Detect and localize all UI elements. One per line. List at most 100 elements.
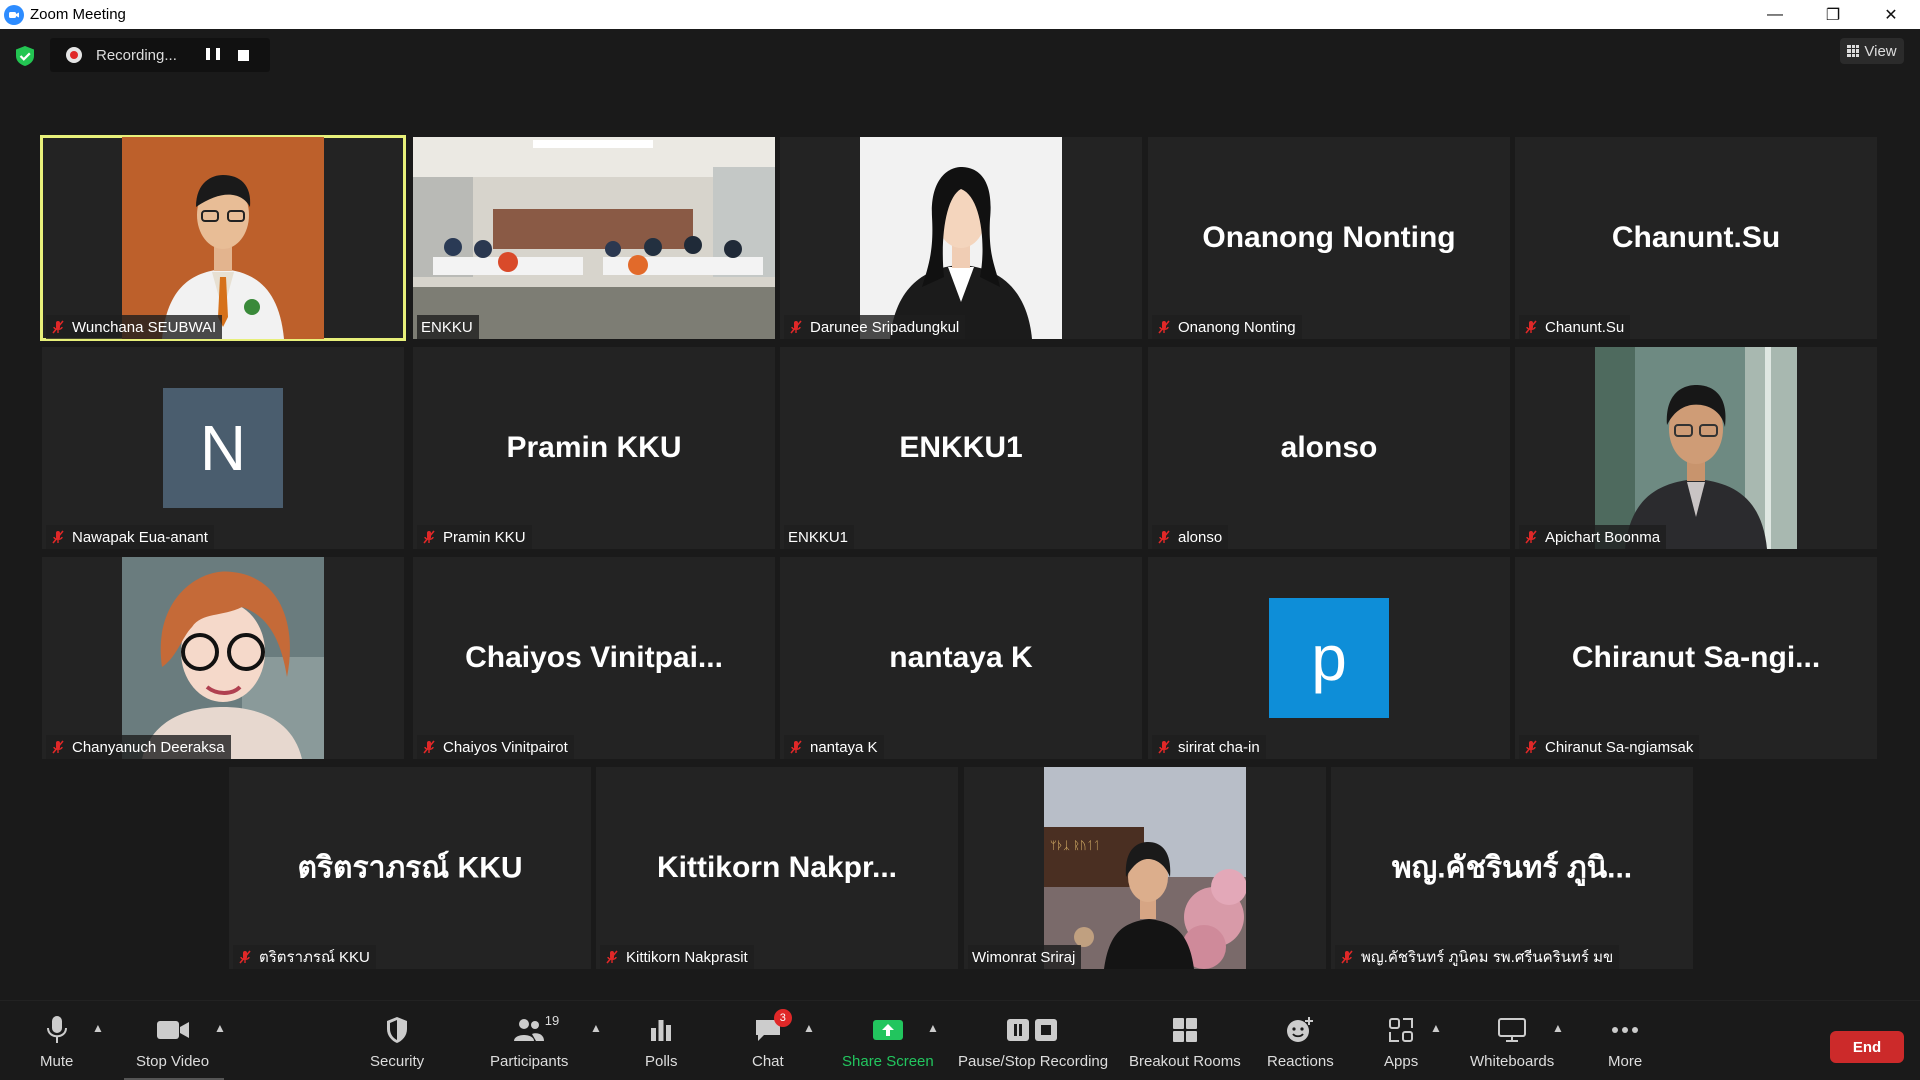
participant-name: Chanunt.Su — [1545, 318, 1625, 336]
muted-mic-icon — [423, 740, 435, 754]
participant-nameplate: Onanong Nonting — [1152, 315, 1302, 339]
participant-name: nantaya K — [810, 738, 878, 756]
video-tile[interactable]: ตริตราภรณ์ KKU ตริตราภรณ์ KKU — [229, 767, 591, 969]
end-meeting-button[interactable]: End — [1830, 1031, 1904, 1063]
view-label: View — [1864, 42, 1897, 60]
video-tile[interactable]: Chiranut Sa-ngi... Chiranut Sa-ngiamsak — [1515, 557, 1877, 759]
video-tile[interactable]: p sirirat cha-in — [1148, 557, 1510, 759]
view-button[interactable]: View — [1840, 38, 1904, 64]
participant-display-name: Pramin KKU — [506, 431, 682, 464]
video-tile[interactable]: พญ.คัชรินทร์ ภูนิ... พญ.คัชรินทร์ ภูนิคม… — [1331, 767, 1693, 969]
polls-label: Polls — [645, 1053, 678, 1070]
participant-nameplate: Chiranut Sa-ngiamsak — [1519, 735, 1700, 759]
muted-mic-icon — [1158, 320, 1170, 334]
microphone-icon — [46, 1016, 67, 1043]
mute-button[interactable]: Mute — [40, 1013, 73, 1070]
security-shield-icon — [387, 1017, 408, 1043]
polls-button[interactable]: Polls — [645, 1013, 678, 1070]
participants-caret-icon[interactable]: ▲ — [590, 1021, 602, 1035]
apps-button[interactable]: Apps — [1384, 1013, 1418, 1070]
participant-name: alonso — [1178, 528, 1223, 546]
participants-button[interactable]: 19 Participants — [490, 1013, 568, 1070]
video-tile[interactable]: alonso alonso — [1148, 347, 1510, 549]
video-tile[interactable]: ENKKU — [413, 137, 775, 339]
svg-text:ᛘᚦᛣ ᚱᚢᛐᛐ: ᛘᚦᛣ ᚱᚢᛐᛐ — [1050, 839, 1100, 852]
video-camera-icon — [156, 1021, 189, 1039]
participant-display-name: ตริตราภรณ์ KKU — [297, 851, 523, 885]
pause-recording-button[interactable] — [206, 48, 220, 62]
video-tile[interactable]: ENKKU1 ENKKU1 — [780, 347, 1142, 549]
minimize-button[interactable]: — — [1746, 0, 1804, 29]
audio-options-caret-icon[interactable]: ▲ — [92, 1021, 104, 1035]
participant-nameplate: alonso — [1152, 525, 1229, 549]
video-tile[interactable]: Onanong Nonting Onanong Nonting — [1148, 137, 1510, 339]
recording-indicator: Recording... — [50, 38, 270, 72]
participant-video — [860, 137, 1062, 339]
participant-name: Chiranut Sa-ngiamsak — [1545, 738, 1694, 756]
stop-video-label: Stop Video — [136, 1053, 210, 1070]
participant-name: Pramin KKU — [443, 528, 526, 546]
share-screen-label: Share Screen — [842, 1053, 934, 1070]
video-tile[interactable]: Chanyanuch Deeraksa — [42, 557, 404, 759]
whiteboard-icon — [1498, 1018, 1527, 1042]
pause-stop-recording-button[interactable]: Pause/Stop Recording — [958, 1013, 1108, 1070]
muted-mic-icon — [790, 320, 802, 334]
pause-stop-recording-icon — [1007, 1019, 1058, 1041]
participant-display-name: Chaiyos Vinitpai... — [465, 641, 723, 674]
participant-avatar: p — [1269, 598, 1389, 718]
participant-nameplate: Kittikorn Nakprasit — [600, 945, 754, 969]
participant-nameplate: Chaiyos Vinitpairot — [417, 735, 574, 759]
participant-video — [1595, 347, 1797, 549]
video-tile[interactable]: Kittikorn Nakpr... Kittikorn Nakprasit — [596, 767, 958, 969]
apps-label: Apps — [1384, 1053, 1419, 1070]
muted-mic-icon — [1525, 320, 1537, 334]
video-tile[interactable]: Chanunt.Su Chanunt.Su — [1515, 137, 1877, 339]
participant-name: Chaiyos Vinitpairot — [443, 738, 568, 756]
muted-mic-icon — [239, 950, 251, 964]
recording-dot-icon — [66, 47, 82, 63]
muted-mic-icon — [52, 740, 64, 754]
video-options-caret-icon[interactable]: ▲ — [214, 1021, 226, 1035]
restore-button[interactable]: ❐ — [1804, 0, 1862, 29]
participant-nameplate: พญ.คัชรินทร์ ภูนิคม รพ.ศรีนครินทร์ มข — [1335, 945, 1620, 969]
video-tile[interactable]: Wunchana SEUBWAI — [40, 135, 406, 341]
video-tile[interactable]: nantaya K nantaya K — [780, 557, 1142, 759]
apps-caret-icon[interactable]: ▲ — [1430, 1021, 1442, 1035]
video-tile[interactable]: N Nawapak Eua-anant — [42, 347, 404, 549]
participant-display-name: พญ.คัชรินทร์ ภูนิ... — [1391, 851, 1633, 885]
more-label: More — [1608, 1053, 1643, 1070]
participants-icon — [514, 1019, 545, 1041]
participant-nameplate: Chanyanuch Deeraksa — [46, 735, 231, 759]
stop-video-button[interactable]: Stop Video — [136, 1013, 209, 1070]
share-screen-caret-icon[interactable]: ▲ — [927, 1021, 939, 1035]
breakout-rooms-button[interactable]: Breakout Rooms — [1129, 1013, 1241, 1070]
video-tile[interactable]: Apichart Boonma — [1515, 347, 1877, 549]
security-button[interactable]: Security — [370, 1013, 424, 1070]
video-tile[interactable]: Darunee Sripadungkul — [780, 137, 1142, 339]
meeting-toolbar: Mute ▲ Stop Video ▲ Security 19 Particip… — [0, 1000, 1920, 1080]
video-tile[interactable]: ᛘᚦᛣ ᚱᚢᛐᛐ Wimonrat Sriraj — [964, 767, 1326, 969]
muted-mic-icon — [1158, 740, 1170, 754]
close-button[interactable]: ✕ — [1862, 0, 1920, 29]
security-label: Security — [370, 1053, 425, 1070]
participant-display-name: nantaya K — [889, 641, 1033, 674]
participant-display-name: Chanunt.Su — [1611, 221, 1781, 254]
muted-mic-icon — [1341, 950, 1353, 964]
share-screen-button[interactable]: Share Screen — [842, 1013, 934, 1070]
participant-display-name: alonso — [1280, 431, 1378, 464]
chat-caret-icon[interactable]: ▲ — [803, 1021, 815, 1035]
chat-button[interactable]: 3 Chat — [752, 1009, 792, 1070]
video-tile[interactable]: Pramin KKU Pramin KKU — [413, 347, 775, 549]
participant-name: sirirat cha-in — [1178, 738, 1260, 756]
participant-avatar: N — [163, 388, 283, 508]
whiteboards-button[interactable]: Whiteboards — [1470, 1013, 1554, 1070]
stop-recording-button[interactable] — [238, 49, 249, 61]
participants-count: 19 — [544, 1013, 560, 1028]
whiteboards-caret-icon[interactable]: ▲ — [1552, 1021, 1564, 1035]
reactions-button[interactable]: Reactions — [1267, 1013, 1334, 1070]
participant-nameplate: Darunee Sripadungkul — [784, 315, 966, 339]
recording-label: Recording... — [96, 46, 177, 64]
video-tile[interactable]: Chaiyos Vinitpai... Chaiyos Vinitpairot — [413, 557, 775, 759]
more-button[interactable]: More — [1608, 1013, 1642, 1070]
encryption-shield-icon[interactable] — [14, 45, 36, 67]
